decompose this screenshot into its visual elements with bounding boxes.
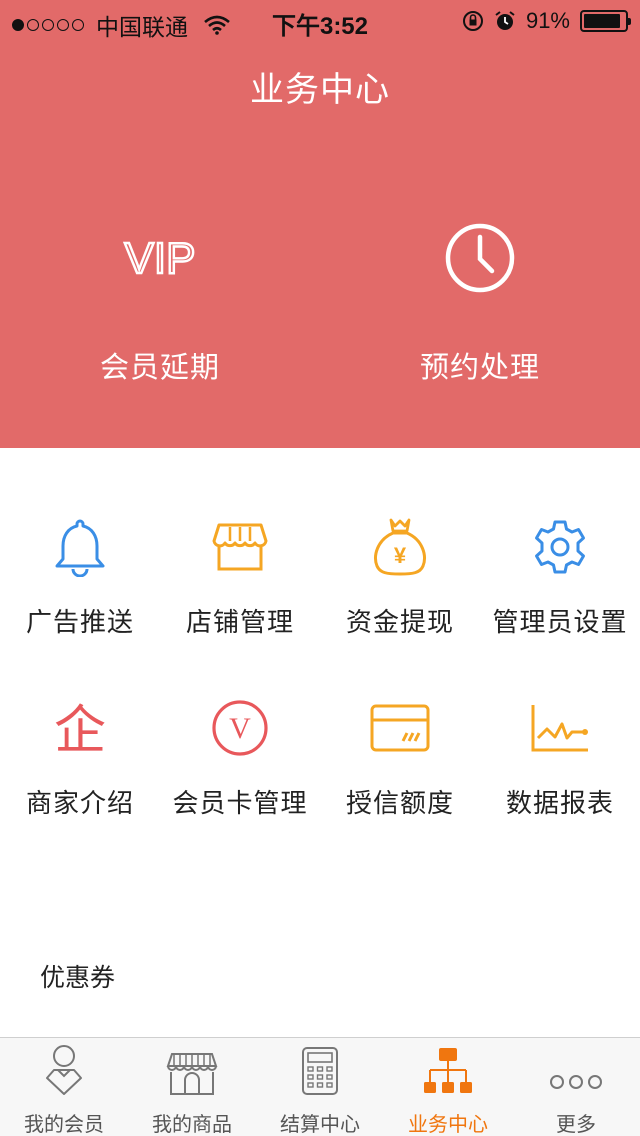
rotation-lock-icon xyxy=(462,11,483,31)
reservation-handling-label: 预约处理 xyxy=(419,352,540,384)
tab-label: 我的会员 xyxy=(24,1114,104,1136)
tab-label: 结算中心 xyxy=(280,1114,360,1136)
money-bag-icon: ¥ xyxy=(374,518,426,576)
alarm-icon xyxy=(495,11,515,30)
v-circle-icon: V xyxy=(212,700,268,756)
svg-text:VIP: VIP xyxy=(125,234,196,283)
status-bar: 中国联通 下午3:52 91% xyxy=(0,0,640,40)
page-title: 业务中心 xyxy=(250,71,390,109)
gear-icon xyxy=(535,520,585,574)
svg-text:¥: ¥ xyxy=(394,543,407,568)
tab-label: 业务中心 xyxy=(408,1114,488,1136)
tab-more[interactable]: 更多 xyxy=(512,1038,640,1136)
grid-item-ad-push[interactable]: 广告推送 xyxy=(0,512,160,662)
grid-label: 店铺管理 xyxy=(185,607,294,637)
enterprise-icon: 企 xyxy=(54,701,106,758)
calculator-icon xyxy=(302,1047,338,1095)
grid-item-merchant-intro[interactable]: 企 商家介绍 xyxy=(0,693,160,843)
line-chart-icon xyxy=(531,705,588,752)
svg-text:企: 企 xyxy=(54,701,106,758)
shop-icon xyxy=(166,1053,218,1095)
bell-icon xyxy=(55,519,105,577)
tab-settlement-center[interactable]: 结算中心 xyxy=(256,1038,384,1136)
org-chart-icon xyxy=(424,1048,472,1093)
credit-card-icon xyxy=(370,704,430,752)
clock-icon xyxy=(445,223,515,293)
grid-label: 管理员设置 xyxy=(492,607,628,637)
grid-item-data-report[interactable]: 数据报表 xyxy=(480,693,640,843)
battery-icon xyxy=(580,10,631,32)
member-extension-label: 会员延期 xyxy=(99,352,220,384)
coupon-link[interactable]: 优惠券 xyxy=(40,958,115,994)
tab-label: 我的商品 xyxy=(152,1114,232,1136)
grid-label: 数据报表 xyxy=(505,788,614,818)
member-extension-button[interactable]: VIP 会员延期 xyxy=(0,210,320,400)
grid-item-admin-settings[interactable]: 管理员设置 xyxy=(480,512,640,662)
reservation-handling-button[interactable]: 预约处理 xyxy=(320,210,640,400)
grid-item-credit-limit[interactable]: 授信额度 xyxy=(320,693,480,843)
tab-bar: 我的会员 我的商品 结算中心 业务中心 更多 xyxy=(0,1037,640,1136)
grid-label: 资金提现 xyxy=(345,607,454,637)
grid-label: 授信额度 xyxy=(345,788,454,818)
tab-business-center[interactable]: 业务中心 xyxy=(384,1038,512,1136)
grid-label: 广告推送 xyxy=(25,607,134,637)
grid-item-store-management[interactable]: 店铺管理 xyxy=(160,512,320,662)
battery-percent: 91% xyxy=(525,8,570,33)
vip-icon: VIP xyxy=(123,233,196,283)
more-dots-icon xyxy=(550,1075,602,1089)
tab-my-products[interactable]: 我的商品 xyxy=(128,1038,256,1136)
grid-item-fund-withdrawal[interactable]: ¥ 资金提现 xyxy=(320,512,480,662)
tab-label: 更多 xyxy=(556,1114,596,1136)
grid-item-member-card[interactable]: V 会员卡管理 xyxy=(160,693,320,843)
tab-my-members[interactable]: 我的会员 xyxy=(0,1038,128,1136)
member-icon xyxy=(46,1045,82,1095)
grid-label: 商家介绍 xyxy=(25,788,134,818)
grid-label: 会员卡管理 xyxy=(172,788,308,818)
storefront-icon xyxy=(212,523,268,571)
svg-text:V: V xyxy=(229,712,251,745)
